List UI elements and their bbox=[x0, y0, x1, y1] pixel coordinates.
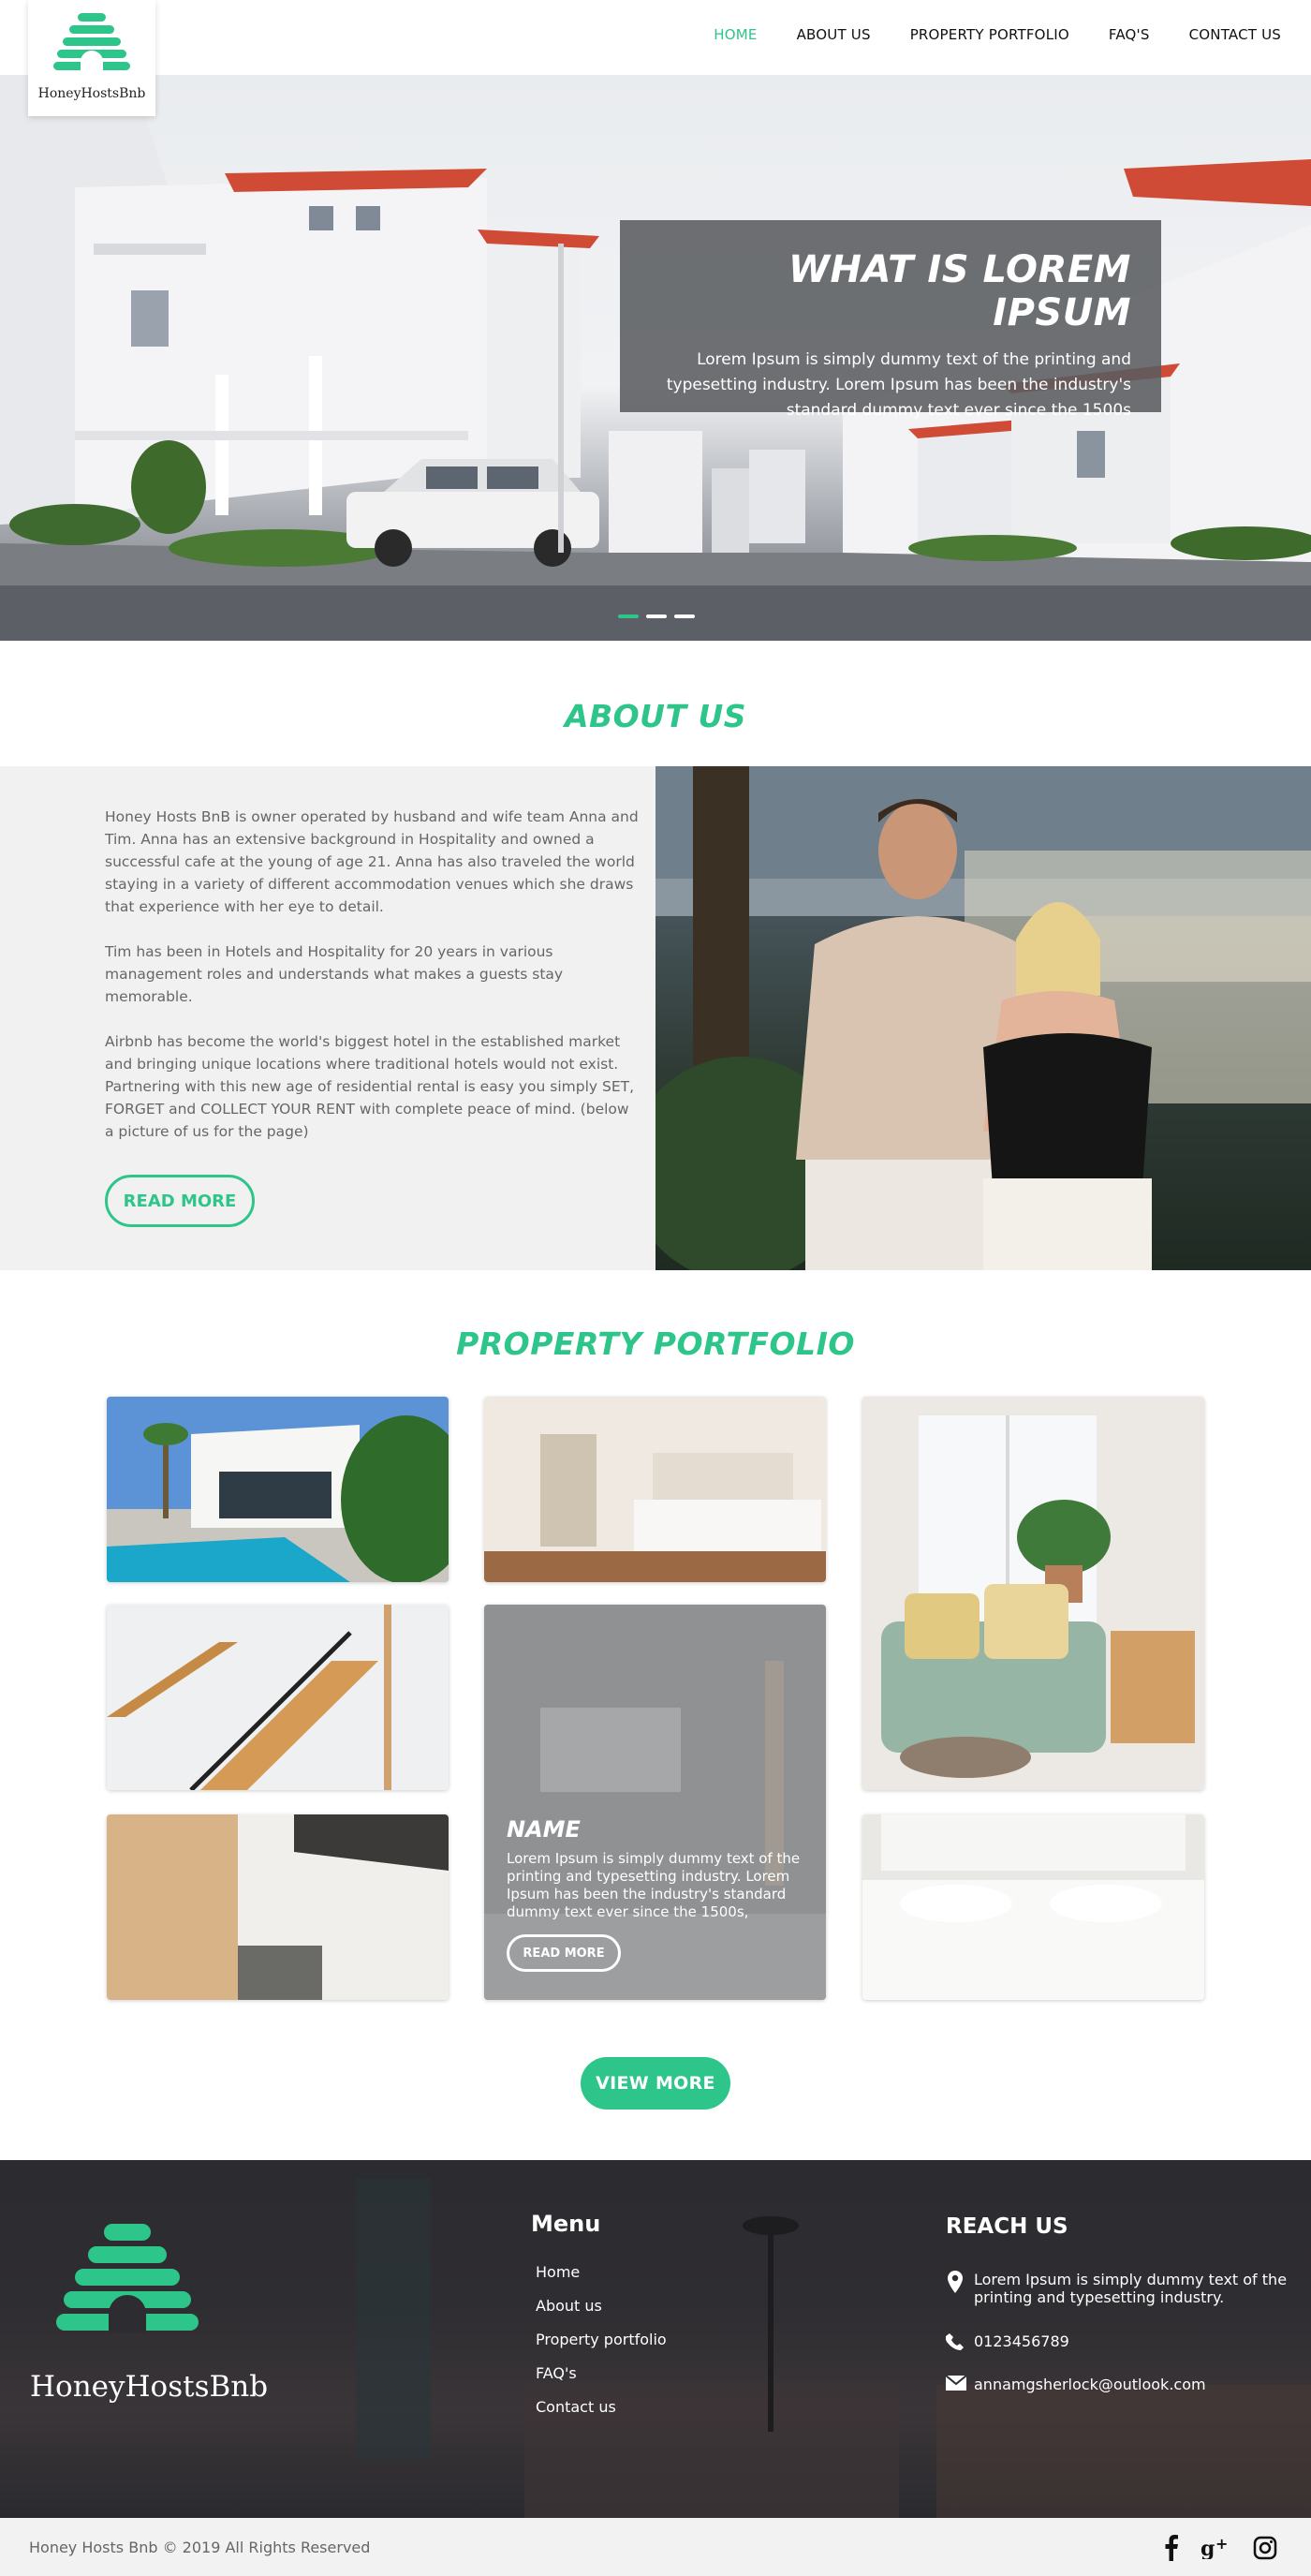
hero-slider: WHAT IS LOREM IPSUM Lorem Ipsum is simpl… bbox=[0, 75, 1311, 641]
footer-link-home[interactable]: Home bbox=[536, 2263, 667, 2297]
about-paragraph: Tim has been in Hotels and Hospitality f… bbox=[105, 943, 564, 1005]
footer-logo-icon bbox=[56, 2224, 199, 2332]
view-more-button[interactable]: VIEW MORE bbox=[581, 2057, 730, 2110]
google-plus-icon[interactable]: g + bbox=[1201, 2532, 1232, 2564]
main-nav: HOME ABOUT US PROPERTY PORTFOLIO FAQ'S C… bbox=[674, 26, 1281, 43]
nav-faqs[interactable]: FAQ'S bbox=[1109, 26, 1150, 43]
portfolio-title: PROPERTY PORTFOLIO bbox=[456, 1325, 855, 1362]
slider-dot-3[interactable] bbox=[674, 614, 695, 618]
featured-property-text: Lorem Ipsum is simply dummy text of the … bbox=[507, 1850, 801, 1920]
property-tile-white-bed[interactable] bbox=[862, 1814, 1204, 2000]
featured-read-more-button[interactable]: READ MORE bbox=[507, 1934, 621, 1972]
phone-icon bbox=[945, 2332, 974, 2355]
copyright-text: Honey Hosts Bnb © 2019 All Rights Reserv… bbox=[29, 2539, 371, 2556]
envelope-icon bbox=[945, 2375, 974, 2394]
stairs-image bbox=[107, 1605, 449, 1790]
email-text[interactable]: annamgsherlock@outlook.com bbox=[974, 2376, 1206, 2393]
couple-photo-image bbox=[656, 766, 1311, 1270]
featured-property-name: NAME bbox=[507, 1816, 581, 1843]
about-copy: Honey Hosts BnB is owner operated by hus… bbox=[105, 806, 639, 1165]
about-title: ABOUT US bbox=[564, 698, 747, 734]
footer-logo-text: HoneyHostsBnb bbox=[30, 2370, 269, 2404]
location-pin-icon bbox=[946, 2271, 974, 2297]
property-tile-kitchen[interactable] bbox=[107, 1814, 449, 2000]
bedroom-image bbox=[484, 1397, 826, 1582]
footer-link-faqs[interactable]: FAQ's bbox=[536, 2364, 667, 2398]
featured-overlay: NAME Lorem Ipsum is simply dummy text of… bbox=[484, 1816, 826, 2000]
site-header: HoneyHostsBnb HOME ABOUT US PROPERTY POR… bbox=[0, 0, 1311, 116]
reach-us-title: REACH US bbox=[946, 2214, 1068, 2239]
footer-link-contact-us[interactable]: Contact us bbox=[536, 2398, 667, 2432]
property-tile-villa[interactable] bbox=[107, 1397, 449, 1582]
hero-text: Lorem Ipsum is simply dummy text of the … bbox=[666, 350, 1131, 420]
property-tile-living-room[interactable] bbox=[862, 1397, 1204, 1790]
property-tile-featured[interactable]: NAME Lorem Ipsum is simply dummy text of… bbox=[484, 1605, 826, 2000]
nav-about-us[interactable]: ABOUT US bbox=[797, 26, 871, 43]
logo-text: HoneyHostsBnb bbox=[37, 86, 146, 101]
footer-menu: Home About us Property portfolio FAQ's C… bbox=[536, 2263, 667, 2432]
site-logo[interactable]: HoneyHostsBnb bbox=[28, 0, 155, 116]
slider-dot-2[interactable] bbox=[646, 614, 667, 618]
hero-title: WHAT IS LOREM IPSUM bbox=[788, 248, 1131, 334]
nav-home[interactable]: HOME bbox=[714, 26, 757, 43]
nav-contact-us[interactable]: CONTACT US bbox=[1189, 26, 1281, 43]
site-footer: HoneyHostsBnb Menu Home About us Propert… bbox=[0, 2160, 1311, 2518]
contact-phone: 0123456789 bbox=[945, 2332, 1069, 2355]
footer-menu-title: Menu bbox=[531, 2211, 601, 2237]
beehive-logo-icon bbox=[53, 13, 130, 71]
kitchen-image bbox=[107, 1814, 449, 2000]
instagram-icon[interactable] bbox=[1249, 2532, 1281, 2564]
about-paragraph: Airbnb has become the world's biggest ho… bbox=[105, 1033, 635, 1140]
facebook-icon[interactable] bbox=[1156, 2532, 1187, 2564]
svg-text:g: g bbox=[1201, 2537, 1215, 2559]
footer-link-property-portfolio[interactable]: Property portfolio bbox=[536, 2331, 667, 2364]
phone-text[interactable]: 0123456789 bbox=[974, 2332, 1069, 2350]
footer-link-about-us[interactable]: About us bbox=[536, 2297, 667, 2331]
hero-caption: WHAT IS LOREM IPSUM Lorem Ipsum is simpl… bbox=[620, 220, 1161, 420]
svg-text:+: + bbox=[1215, 2537, 1228, 2553]
nav-property-portfolio[interactable]: PROPERTY PORTFOLIO bbox=[910, 26, 1069, 43]
copyright-bar: Honey Hosts Bnb © 2019 All Rights Reserv… bbox=[0, 2518, 1311, 2576]
property-tile-bedroom[interactable] bbox=[484, 1397, 826, 1582]
slider-dots bbox=[618, 614, 695, 618]
about-paragraph: Honey Hosts BnB is owner operated by hus… bbox=[105, 808, 639, 915]
living-room-image bbox=[862, 1397, 1204, 1790]
owners-photo bbox=[656, 766, 1311, 1270]
property-tile-stairs[interactable] bbox=[107, 1605, 449, 1790]
slider-dot-1[interactable] bbox=[618, 614, 639, 618]
villa-image bbox=[107, 1397, 449, 1582]
contact-email: annamgsherlock@outlook.com bbox=[945, 2375, 1206, 2394]
address-text: Lorem Ipsum is simply dummy text of the … bbox=[974, 2271, 1288, 2306]
contact-address: Lorem Ipsum is simply dummy text of the … bbox=[946, 2271, 1292, 2306]
about-section: Honey Hosts BnB is owner operated by hus… bbox=[0, 766, 656, 1270]
white-bed-image bbox=[862, 1814, 1204, 2000]
about-read-more-button[interactable]: READ MORE bbox=[105, 1175, 255, 1227]
